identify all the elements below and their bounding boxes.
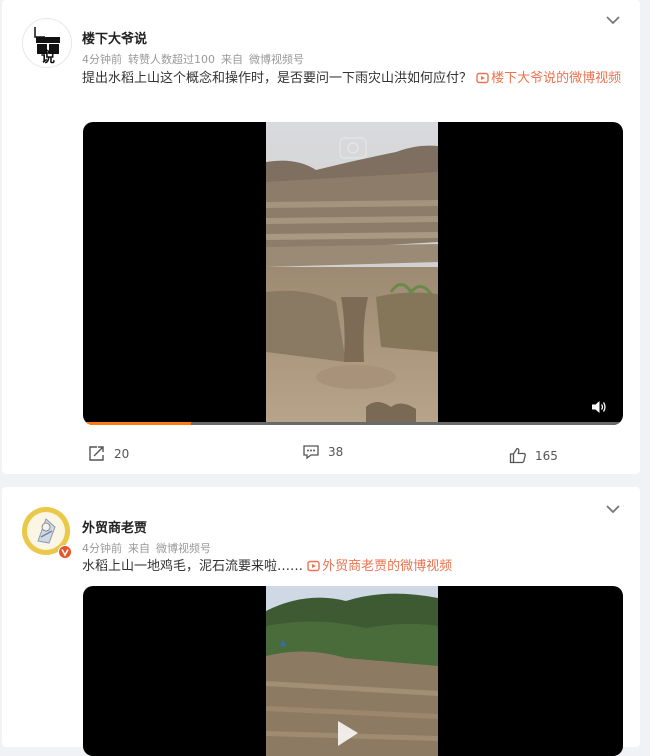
video-progress-bar[interactable] bbox=[83, 422, 623, 425]
video-progress-fill bbox=[83, 422, 191, 425]
video-link-icon bbox=[307, 560, 320, 572]
volume-icon[interactable] bbox=[591, 400, 607, 414]
comment-count: 38 bbox=[328, 445, 344, 459]
feed-card-2: 外贸商老贾 4分钟前 来自 微博视频号 水稻上山一地鸡毛，泥石流要来啦…… 外贸商老… bbox=[2, 487, 640, 756]
post-text: 水稻上山一地鸡毛，泥石流要来啦…… 外贸商老贾的微博视频 bbox=[82, 554, 630, 580]
avatar-image: 说 bbox=[23, 19, 71, 67]
source-link[interactable]: 微博视频号 bbox=[249, 53, 304, 66]
post-text: 提出水稻上山这个概念和操作时，是否要问一下雨灾山洪如何应付？ 楼下大爷说的微博视… bbox=[82, 66, 630, 92]
video-frame bbox=[266, 586, 438, 756]
verified-badge-icon bbox=[58, 545, 72, 559]
feed-card-1: 说 楼下大爷说 4分钟前 转赞人数超过100 来自 微博视频号 提出水稻上山这个概念和… bbox=[2, 0, 640, 474]
source-prefix: 来自 bbox=[221, 53, 243, 66]
author-name[interactable]: 楼下大爷说 bbox=[82, 28, 147, 47]
video-frame bbox=[266, 122, 438, 425]
video-link-icon bbox=[476, 72, 489, 84]
like-button[interactable]: 165 bbox=[509, 447, 558, 464]
repost-count: 20 bbox=[114, 446, 130, 461]
video-link-label: 楼下大爷说的微博视频 bbox=[491, 71, 622, 86]
post-time[interactable]: 4分钟前 bbox=[82, 53, 122, 66]
video-link[interactable]: 楼下大爷说的微博视频 bbox=[476, 71, 621, 86]
repost-count-note: 转赞人数超过100 bbox=[128, 53, 215, 66]
video-link-label: 外贸商老贾的微博视频 bbox=[322, 559, 453, 574]
chevron-down-icon[interactable] bbox=[604, 503, 622, 515]
video-player[interactable] bbox=[83, 586, 623, 756]
share-icon bbox=[89, 446, 104, 461]
avatar[interactable]: 说 bbox=[22, 18, 72, 68]
repost-button[interactable]: 20 bbox=[88, 445, 129, 462]
avatar-logo-text: 说 bbox=[41, 49, 55, 66]
author-name[interactable]: 外贸商老贾 bbox=[82, 517, 147, 536]
like-count: 165 bbox=[535, 448, 558, 463]
post-actions: 20 38 165 bbox=[2, 445, 640, 467]
post-body: 提出水稻上山这个概念和操作时，是否要问一下雨灾山洪如何应付？ bbox=[82, 71, 473, 86]
chevron-down-icon[interactable] bbox=[604, 14, 622, 26]
thumbs-up-icon bbox=[509, 447, 526, 464]
video-player[interactable] bbox=[83, 122, 623, 425]
comment-button[interactable]: 38 bbox=[302, 444, 343, 460]
comment-icon bbox=[303, 445, 319, 460]
video-link[interactable]: 外贸商老贾的微博视频 bbox=[307, 559, 452, 574]
post-body: 水稻上山一地鸡毛，泥石流要来啦…… bbox=[82, 559, 304, 574]
post-meta: 4分钟前 转赞人数超过100 来自 微博视频号 bbox=[82, 51, 310, 67]
